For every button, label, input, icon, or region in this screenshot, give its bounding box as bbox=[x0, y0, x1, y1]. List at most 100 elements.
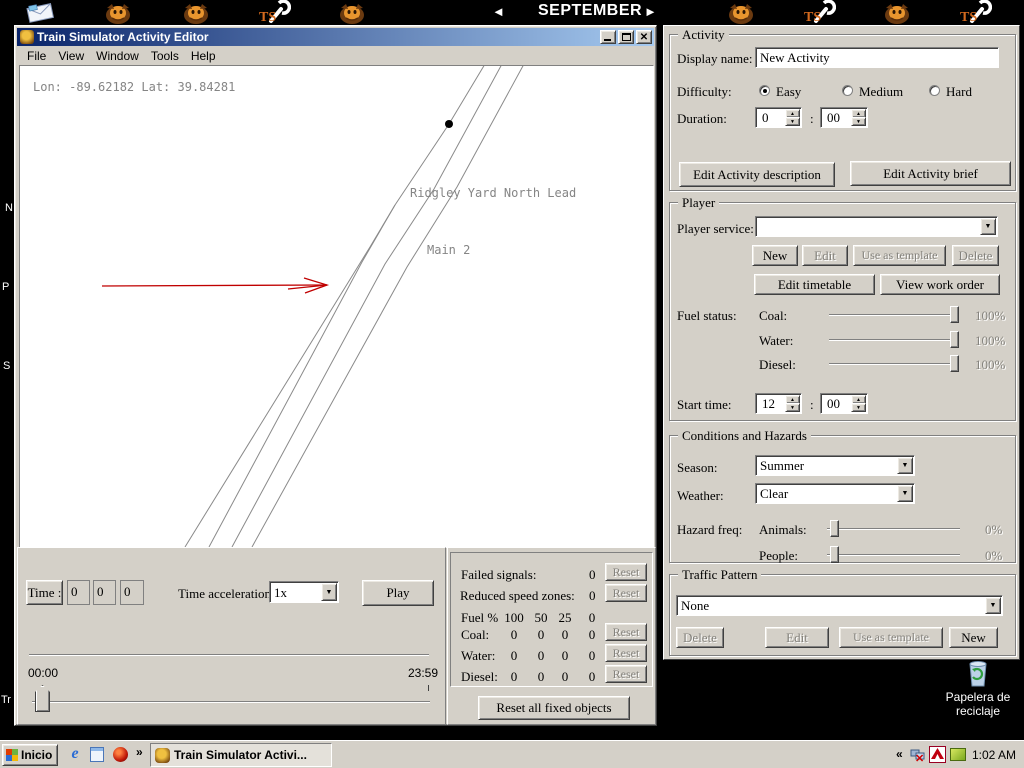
antivirus-icon[interactable] bbox=[929, 746, 946, 763]
diesel-slider-label: Diesel: bbox=[759, 357, 796, 373]
player-delete-button[interactable]: Delete bbox=[952, 245, 999, 266]
reset-button[interactable]: Reset bbox=[605, 584, 647, 602]
mail-icon[interactable] bbox=[90, 747, 104, 762]
player-service-select[interactable]: ▼ bbox=[755, 216, 998, 237]
traffic-use-as-template-button[interactable]: Use as template bbox=[839, 627, 943, 648]
menu-tools[interactable]: Tools bbox=[145, 47, 185, 65]
time-slider-thumb[interactable] bbox=[35, 685, 50, 712]
ts-wrench-icon[interactable]: TS bbox=[802, 0, 836, 24]
diesel-slider-track[interactable] bbox=[829, 363, 959, 365]
app-circle-icon[interactable] bbox=[113, 747, 128, 762]
display-name-input[interactable]: New Activity bbox=[755, 47, 999, 68]
edit-activity-description-button[interactable]: Edit Activity description bbox=[679, 162, 835, 187]
track-label: Main 2 bbox=[427, 243, 470, 257]
close-button[interactable]: ✕ bbox=[636, 30, 652, 44]
water-slider-thumb[interactable] bbox=[950, 331, 959, 348]
title-bar[interactable]: Train Simulator Activity Editor ✕ bbox=[17, 28, 654, 46]
chevron-down-icon[interactable]: ▼ bbox=[897, 457, 913, 474]
task-button-train-simulator[interactable]: Train Simulator Activi... bbox=[150, 743, 332, 767]
fuel-status-label: Fuel status: bbox=[677, 308, 737, 324]
pointer-arrow bbox=[102, 278, 327, 293]
chevron-down-icon[interactable]: ▼ bbox=[980, 218, 996, 235]
duration-hours-spinner[interactable]: 0 ▲ ▼ bbox=[755, 107, 802, 128]
spin-down-icon[interactable]: ▼ bbox=[851, 117, 866, 126]
start-label: Inicio bbox=[21, 748, 52, 762]
chevron-down-icon[interactable]: ▼ bbox=[321, 583, 337, 601]
traffic-edit-button[interactable]: Edit bbox=[765, 627, 829, 648]
conditions-group: Conditions and Hazards Season: Summer ▼ … bbox=[669, 435, 1016, 563]
animals-slider-track[interactable] bbox=[827, 528, 960, 530]
ts-wrench-icon[interactable]: TS bbox=[958, 0, 992, 24]
gremlin-icon[interactable] bbox=[724, 1, 758, 25]
calendar-prev-icon[interactable]: ◄ bbox=[492, 4, 505, 19]
traffic-pattern-select[interactable]: None ▼ bbox=[676, 595, 1003, 616]
weather-value: Clear bbox=[760, 486, 788, 502]
traffic-new-button[interactable]: New bbox=[949, 627, 998, 648]
menu-help[interactable]: Help bbox=[185, 47, 222, 65]
gremlin-icon[interactable] bbox=[101, 1, 135, 25]
network-error-icon[interactable]: ✕ bbox=[910, 747, 926, 763]
duration-minutes-spinner[interactable]: 00 ▲ ▼ bbox=[820, 107, 868, 128]
display-settings-icon[interactable] bbox=[950, 748, 966, 761]
gremlin-icon[interactable] bbox=[880, 1, 914, 25]
start-button[interactable]: Inicio bbox=[2, 744, 58, 766]
start-hours-spinner[interactable]: 12 ▲ ▼ bbox=[755, 393, 802, 414]
season-select[interactable]: Summer ▼ bbox=[755, 455, 915, 476]
season-value: Summer bbox=[760, 458, 804, 474]
reset-button[interactable]: Reset bbox=[605, 563, 647, 581]
ts-wrench-icon[interactable]: TS bbox=[257, 0, 291, 24]
coal-slider-track[interactable] bbox=[829, 314, 959, 316]
reset-button[interactable]: Reset bbox=[605, 665, 647, 683]
time-acceleration-select[interactable]: 1x ▼ bbox=[269, 581, 339, 603]
spin-down-icon[interactable]: ▼ bbox=[785, 117, 800, 126]
svg-text:TS: TS bbox=[804, 10, 821, 24]
water-slider-track[interactable] bbox=[829, 339, 959, 341]
reduced-speed-value: 0 bbox=[589, 588, 596, 604]
reset-button[interactable]: Reset bbox=[605, 644, 647, 662]
gremlin-icon[interactable] bbox=[179, 1, 213, 25]
start-minutes-spinner[interactable]: 00 ▲ ▼ bbox=[820, 393, 868, 414]
time-control-panel: Time : 0 0 0 Time acceleration 1x ▼ Play… bbox=[17, 547, 446, 725]
view-work-order-button[interactable]: View work order bbox=[880, 274, 1000, 295]
chevron-down-icon[interactable]: ▼ bbox=[897, 485, 913, 502]
route-map-viewport[interactable]: Lon: -89.62182 Lat: 39.84281 Ridgley Yar… bbox=[19, 65, 654, 548]
ie-icon[interactable]: e bbox=[66, 745, 84, 763]
radio-hard[interactable] bbox=[929, 85, 940, 96]
animals-slider-thumb[interactable] bbox=[830, 520, 839, 537]
tray-collapse-chevron[interactable]: « bbox=[896, 747, 903, 761]
coal-v3: 0 bbox=[552, 627, 578, 643]
envelope-icon[interactable] bbox=[23, 0, 57, 24]
weather-select[interactable]: Clear ▼ bbox=[755, 483, 915, 504]
recycle-bin-icon[interactable] bbox=[962, 658, 994, 688]
player-edit-button[interactable]: Edit bbox=[802, 245, 848, 266]
edit-timetable-button[interactable]: Edit timetable bbox=[754, 274, 875, 295]
maximize-button[interactable] bbox=[618, 30, 634, 44]
recycle-bin-label[interactable]: Papelera de reciclaje bbox=[935, 690, 1021, 718]
people-slider-thumb[interactable] bbox=[830, 546, 839, 563]
player-new-button[interactable]: New bbox=[752, 245, 798, 266]
menu-file[interactable]: File bbox=[21, 47, 52, 65]
minimize-button[interactable] bbox=[600, 30, 616, 44]
calendar-next-icon[interactable]: ► bbox=[644, 4, 657, 19]
time-slider-track[interactable] bbox=[32, 701, 430, 703]
people-slider-track[interactable] bbox=[827, 554, 960, 556]
window-title: Train Simulator Activity Editor bbox=[37, 30, 209, 44]
chevron-down-icon[interactable]: ▼ bbox=[985, 597, 1001, 614]
radio-easy[interactable] bbox=[759, 85, 770, 96]
gremlin-icon[interactable] bbox=[335, 1, 369, 25]
traffic-delete-button[interactable]: Delete bbox=[676, 627, 724, 648]
edit-activity-brief-button[interactable]: Edit Activity brief bbox=[850, 161, 1011, 186]
spin-down-icon[interactable]: ▼ bbox=[785, 403, 800, 412]
menu-view[interactable]: View bbox=[52, 47, 90, 65]
reset-all-fixed-objects-button[interactable]: Reset all fixed objects bbox=[478, 696, 630, 720]
spin-down-icon[interactable]: ▼ bbox=[851, 403, 866, 412]
player-use-as-template-button[interactable]: Use as template bbox=[853, 245, 946, 266]
menu-window[interactable]: Window bbox=[90, 47, 145, 65]
play-button[interactable]: Play bbox=[362, 580, 434, 606]
reset-button[interactable]: Reset bbox=[605, 623, 647, 641]
radio-medium[interactable] bbox=[842, 85, 853, 96]
diesel-slider-thumb[interactable] bbox=[950, 355, 959, 372]
time-button[interactable]: Time : bbox=[26, 580, 63, 605]
coal-slider-thumb[interactable] bbox=[950, 306, 959, 323]
quicklaunch-overflow-chevron[interactable]: » bbox=[136, 745, 143, 759]
